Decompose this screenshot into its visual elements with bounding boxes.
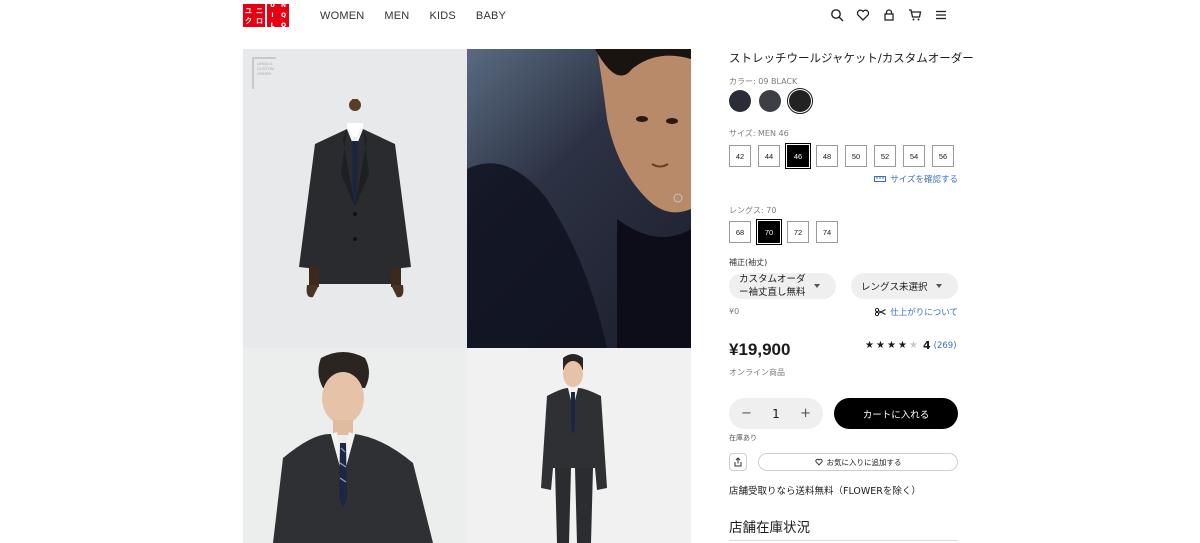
cart-icon[interactable] <box>907 6 923 24</box>
rating-value: 4 <box>923 339 931 352</box>
length-label: レングス: 70 <box>729 206 777 215</box>
size-option-54[interactable]: 54 <box>903 145 925 167</box>
chevron-down-icon <box>935 284 942 288</box>
size-option-48[interactable]: 48 <box>816 145 838 167</box>
size-option-44[interactable]: 44 <box>758 145 780 167</box>
star-icon: ★ <box>865 340 874 351</box>
model-full-illustration <box>541 354 607 543</box>
color-swatch-black[interactable] <box>787 88 813 114</box>
size-option-52[interactable]: 52 <box>874 145 896 167</box>
stock-status: 在庫あり <box>729 434 757 442</box>
length-select[interactable]: レングス未選択 <box>851 273 958 299</box>
uniqlo-logo[interactable]: ユ ニ ク ロ U N I Q L O <box>243 1 289 29</box>
review-count-link[interactable]: (269) <box>934 341 957 351</box>
site-header: ユ ニ ク ロ U N I Q L O WOMEN MEN KIDS BABY <box>0 0 1200 32</box>
size-guide-link[interactable]: サイズを確認する <box>874 173 958 185</box>
product-rating[interactable]: ★ ★ ★ ★ ★ 4 (269) <box>865 339 957 352</box>
quantity-decrease-button[interactable]: − <box>741 406 752 421</box>
nav-women[interactable]: WOMEN <box>320 10 364 22</box>
size-option-56[interactable]: 56 <box>932 145 954 167</box>
star-icon: ★ <box>876 340 885 351</box>
product-image-jacket[interactable]: UNIQLO CUSTOM ORDER <box>243 49 467 348</box>
custom-order-badge: UNIQLO CUSTOM ORDER <box>252 57 276 89</box>
model-upper-illustration <box>273 352 433 543</box>
chevron-down-icon <box>813 284 820 288</box>
size-option-42[interactable]: 42 <box>729 145 751 167</box>
product-title: ストレッチウールジャケット/カスタムオーダー <box>729 51 974 65</box>
length-option-68[interactable]: 68 <box>729 221 751 243</box>
logo-char: N <box>280 1 287 9</box>
search-icon[interactable] <box>829 6 845 24</box>
online-only-label: オンライン商品 <box>729 368 785 377</box>
logo-char: O <box>280 21 287 29</box>
store-stock-heading[interactable]: 店舗在庫状況 <box>729 516 810 536</box>
star-icon: ★ <box>898 340 907 351</box>
alteration-select-line1: カスタムオーダ <box>739 274 806 285</box>
nav-baby[interactable]: BABY <box>476 10 506 22</box>
product-price: ¥19,900 <box>729 340 791 359</box>
logo-char: Q <box>280 11 287 19</box>
logo-char: ユ <box>245 6 252 15</box>
size-label: サイズ: MEN 46 <box>729 129 789 138</box>
share-button[interactable] <box>729 453 747 471</box>
scissors-icon <box>875 308 886 316</box>
quantity-value[interactable]: 1 <box>772 407 780 421</box>
logo-char: I <box>271 11 274 19</box>
size-guide-label: サイズを確認する <box>890 175 958 185</box>
divider <box>729 540 958 541</box>
product-gallery: UNIQLO CUSTOM ORDER <box>243 49 691 543</box>
user-icon[interactable] <box>881 6 897 24</box>
nav-men[interactable]: MEN <box>384 10 409 22</box>
length-option-72[interactable]: 72 <box>787 221 809 243</box>
length-option-74[interactable]: 74 <box>816 221 838 243</box>
product-image-model-upper[interactable] <box>243 348 467 543</box>
add-favorite-label: お気に入りに追加する <box>826 457 902 467</box>
color-swatch-gray[interactable] <box>759 90 781 112</box>
nav-kids[interactable]: KIDS <box>429 10 455 22</box>
length-options: 68 70 72 74 <box>729 219 838 245</box>
star-icon: ★ <box>887 340 896 351</box>
quantity-stepper: − 1 + <box>729 398 823 429</box>
color-label: カラー: 09 BLACK <box>729 77 798 86</box>
logo-char: ニ <box>256 6 263 15</box>
logo-char: U <box>270 1 275 9</box>
share-icon <box>734 457 742 467</box>
logo-char: L <box>270 21 275 29</box>
size-options: 42 44 46 48 50 52 54 56 <box>729 143 954 169</box>
logo-katakana: ユ ニ ク ロ <box>243 4 265 27</box>
logo-char: ロ <box>256 16 263 25</box>
finish-info-link[interactable]: 仕上がりについて <box>875 306 958 318</box>
heart-icon <box>814 458 823 466</box>
quantity-increase-button[interactable]: + <box>800 406 811 421</box>
menu-icon[interactable] <box>933 6 949 24</box>
product-image-model-closeup[interactable] <box>467 49 691 348</box>
length-option-70[interactable]: 70 <box>756 219 782 245</box>
color-swatch-navy[interactable] <box>729 90 751 112</box>
header-icons <box>829 6 959 24</box>
finish-info-label: 仕上がりについて <box>890 308 958 318</box>
size-option-46[interactable]: 46 <box>785 143 811 169</box>
main-nav: WOMEN MEN KIDS BABY <box>320 10 526 22</box>
color-swatches <box>729 88 813 114</box>
add-favorite-button[interactable]: お気に入りに追加する <box>758 453 958 471</box>
ruler-icon <box>874 176 887 182</box>
model-closeup-illustration <box>467 49 691 348</box>
product-image-model-full[interactable] <box>467 348 691 543</box>
length-select-label: レングス未選択 <box>861 282 928 293</box>
alteration-select-line2: ー袖丈直し無料 <box>739 287 806 298</box>
logo-latin: U N I Q L O <box>267 1 289 29</box>
heart-icon[interactable] <box>855 6 871 24</box>
shipping-note: 店舗受取りなら送料無料（FLOWERを除く） <box>729 486 921 497</box>
add-to-cart-button[interactable]: カートに入れる <box>834 398 958 429</box>
size-option-50[interactable]: 50 <box>845 145 867 167</box>
alteration-price: ¥0 <box>729 307 740 316</box>
badge-line: ORDER <box>257 71 272 76</box>
star-empty-icon: ★ <box>909 340 918 351</box>
alteration-label: 補正(袖丈) <box>729 258 768 267</box>
alteration-select[interactable]: カスタムオーダ ー袖丈直し無料 <box>729 273 836 299</box>
jacket-on-mannequin-illustration <box>299 99 411 298</box>
logo-char: ク <box>245 16 252 25</box>
